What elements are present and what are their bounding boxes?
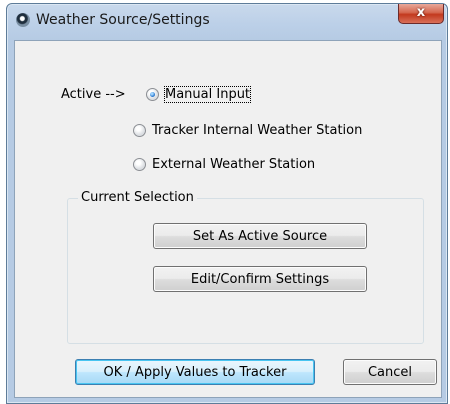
radio-button[interactable] (133, 158, 146, 171)
set-active-source-button[interactable]: Set As Active Source (153, 223, 367, 249)
radio-external-weather-station[interactable]: External Weather Station (133, 157, 315, 172)
app-icon (16, 13, 30, 27)
edit-confirm-settings-button[interactable]: Edit/Confirm Settings (153, 266, 367, 292)
radio-tracker-internal-weather-station[interactable]: Tracker Internal Weather Station (133, 123, 362, 138)
title-bar[interactable]: Weather Source/Settings x (7, 4, 447, 40)
close-button[interactable]: x (398, 4, 444, 24)
radio-label: Manual Input (163, 86, 252, 103)
dialog-body: Active --> Manual Input Tracker Internal… (14, 40, 442, 398)
window-title: Weather Source/Settings (36, 12, 210, 28)
dialog-window: Weather Source/Settings x Active --> Man… (6, 3, 448, 404)
radio-label: External Weather Station (152, 157, 316, 172)
group-label: Current Selection (78, 190, 197, 205)
radio-button[interactable] (133, 124, 146, 137)
cancel-button[interactable]: Cancel (343, 359, 437, 385)
radio-button-checked[interactable] (146, 88, 159, 101)
ok-apply-button[interactable]: OK / Apply Values to Tracker (75, 359, 315, 385)
active-indicator: Active --> (61, 87, 126, 102)
radio-label: Tracker Internal Weather Station (152, 123, 363, 138)
radio-manual-input[interactable]: Manual Input (146, 86, 252, 103)
